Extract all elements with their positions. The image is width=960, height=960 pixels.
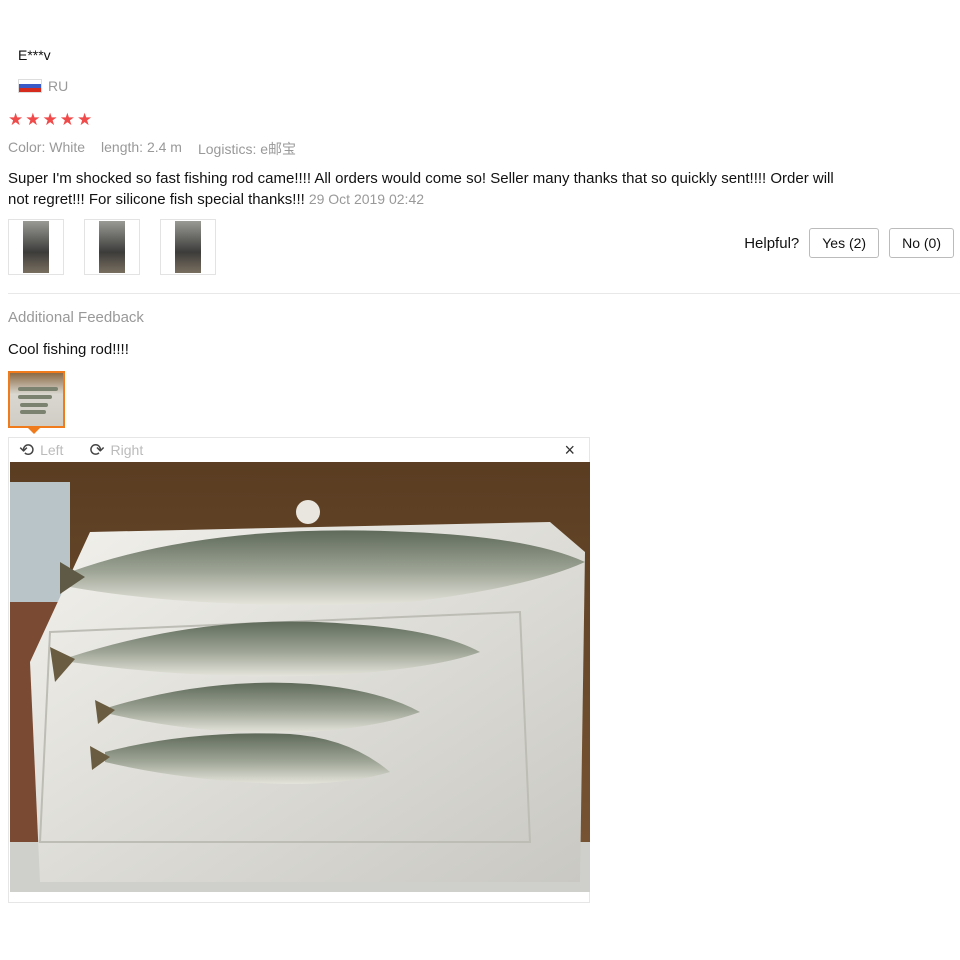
review-photo-thumb[interactable] [84,219,140,275]
attr-logistics: Logistics: e邮宝 [197,141,297,157]
star-icon: ★ [42,110,58,129]
review-photo-thumb[interactable] [8,219,64,275]
attr-length: length: 2.4 m [101,139,182,155]
russia-flag-icon [18,79,42,93]
review-text: Super I'm shocked so fast fishing rod ca… [8,168,848,210]
rotate-left-button[interactable]: Left [40,442,63,458]
divider [8,293,960,294]
rotate-left-icon[interactable]: ⟲ [19,441,34,459]
rotate-right-button[interactable]: Right [111,442,144,458]
star-icon: ★ [77,110,93,129]
country-code: RU [48,78,69,94]
review-photo-thumb[interactable] [160,219,216,275]
image-viewer: ⟲ Left ⟳ Right × [8,437,590,903]
star-rating: ★ ★ ★ ★ ★ [8,111,92,128]
rotate-right-icon[interactable]: ⟳ [89,441,104,459]
helpful-yes-button[interactable]: Yes (2) [809,228,880,258]
review-date: 29 Oct 2019 02:42 [308,191,425,207]
helpful-vote: Helpful? Yes (2) No (0) [744,228,954,258]
reviewer-country: RU [18,78,68,94]
enlarged-review-photo [10,462,590,892]
helpful-no-button[interactable]: No (0) [889,228,954,258]
additional-feedback-text: Cool fishing rod!!!! [8,341,129,358]
selected-indicator-arrow [28,428,40,434]
viewer-toolbar: ⟲ Left ⟳ Right [9,438,589,462]
additional-photo-thumb[interactable] [8,371,65,428]
close-icon[interactable]: × [564,440,575,461]
helpful-label: Helpful? [744,234,800,252]
star-icon: ★ [25,110,41,129]
fish-photo-illustration [10,462,590,892]
star-icon: ★ [59,110,75,129]
star-icon: ★ [8,110,24,129]
attr-color: Color: White [8,139,86,155]
additional-feedback-title: Additional Feedback [8,309,144,326]
order-attributes: Color: White length: 2.4 m Logistics: e邮… [8,139,296,159]
review-photos [8,219,216,275]
reviewer-name: E***v [18,47,51,63]
